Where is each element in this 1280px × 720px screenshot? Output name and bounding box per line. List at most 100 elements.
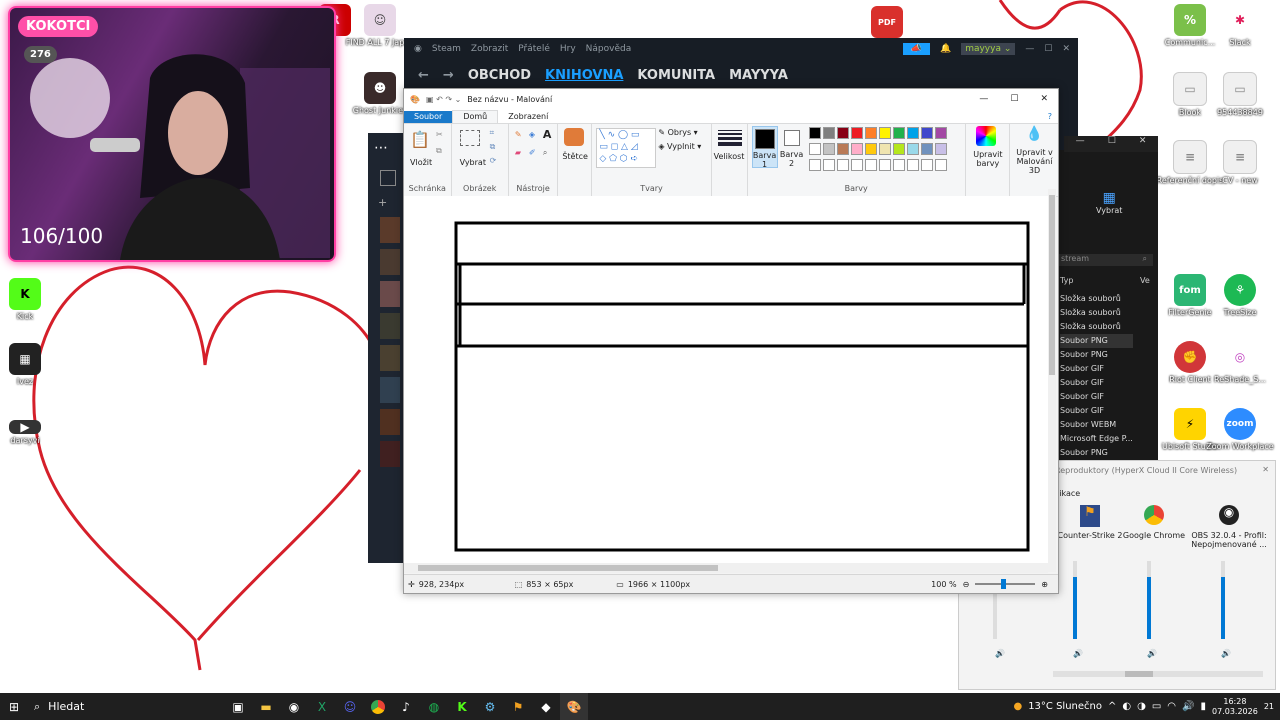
chrome-taskbar-icon[interactable]	[364, 693, 392, 720]
desktop-icon-cv-new[interactable]: ≡ CV - new	[1205, 140, 1275, 185]
list-item[interactable]: Soubor PNG	[1060, 348, 1133, 362]
game-thumbnail[interactable]	[380, 377, 400, 403]
palette-empty-swatch[interactable]	[822, 159, 835, 171]
tray-app-icon[interactable]: ◐	[1122, 701, 1131, 712]
palette-empty-swatch[interactable]	[836, 159, 849, 171]
palette-empty-swatch[interactable]	[808, 159, 821, 171]
back-arrow-icon[interactable]: ←	[418, 68, 429, 83]
palette-color-swatch[interactable]	[934, 143, 947, 155]
fill-button[interactable]: ◈ Vyplnit ▾	[658, 142, 701, 151]
palette-color-swatch[interactable]	[920, 143, 933, 155]
zoom-in-icon[interactable]: ⊕	[1041, 580, 1048, 589]
steam-menu-view[interactable]: Zobrazit	[471, 44, 508, 54]
quick-access-toolbar[interactable]: ▣ ↶ ↷ ⌄	[426, 95, 461, 104]
maximize-icon[interactable]: ☐	[1010, 94, 1018, 104]
drawing-canvas[interactable]	[404, 196, 1048, 572]
tab-view[interactable]: Zobrazení	[498, 111, 558, 123]
close-icon[interactable]: ✕	[1040, 94, 1048, 104]
column-header-ve[interactable]: Ve	[1140, 276, 1150, 285]
paint3d-icon[interactable]: 💧	[1026, 126, 1043, 142]
palette-color-swatch[interactable]	[878, 143, 891, 155]
palette-empty-swatch[interactable]	[906, 159, 919, 171]
zoom-slider[interactable]	[975, 579, 1036, 589]
maximize-icon[interactable]: ☐	[1044, 44, 1052, 54]
battery-icon[interactable]: ▮	[1200, 701, 1206, 712]
brushes-button[interactable]: Štětce	[562, 152, 588, 161]
color2-button[interactable]: Barva 2	[780, 126, 804, 168]
kick-taskbar-icon[interactable]: K	[448, 693, 476, 720]
nav-store[interactable]: OBCHOD	[468, 68, 531, 83]
palette-color-swatch[interactable]	[878, 127, 891, 139]
minimize-icon[interactable]: —	[1025, 44, 1034, 54]
task-view-icon[interactable]: ▣	[224, 693, 252, 720]
desktop-icon-reshade[interactable]: ◎ ReShade_S...	[1205, 341, 1275, 384]
notifications-badge[interactable]: 21	[1264, 702, 1280, 711]
size-button[interactable]: Velikost	[714, 152, 745, 161]
pencil-icon[interactable]: ✎	[515, 130, 522, 139]
list-item[interactable]: Složka souborů	[1060, 320, 1133, 334]
list-item[interactable]: Soubor GIF	[1060, 376, 1133, 390]
list-item[interactable]: Soubor GIF	[1060, 390, 1133, 404]
palette-color-swatch[interactable]	[864, 143, 877, 155]
zoom-out-icon[interactable]: ⊖	[963, 580, 970, 589]
speaker-icon[interactable]: 🔊	[995, 649, 1005, 658]
desktop-icon-slack[interactable]: ✱ Slack	[1205, 4, 1275, 47]
palette-color-swatch[interactable]	[920, 127, 933, 139]
desktop-icon-darsyvi[interactable]: ▶ darsyvi	[0, 420, 60, 445]
close-icon[interactable]: ✕	[1139, 136, 1147, 152]
magnifier-icon[interactable]: ⌕	[543, 148, 547, 158]
close-icon[interactable]: ✕	[1262, 465, 1269, 474]
edit-colors-icon[interactable]	[975, 126, 996, 146]
list-item[interactable]: Soubor PNG	[1060, 446, 1133, 460]
palette-color-swatch[interactable]	[850, 127, 863, 139]
close-icon[interactable]: ✕	[1062, 44, 1070, 54]
paint3d-button[interactable]: Upravit v Malování 3D	[1012, 148, 1058, 175]
wifi-icon[interactable]: ◠	[1167, 701, 1176, 712]
minimize-icon[interactable]: —	[979, 94, 988, 104]
palette-color-swatch[interactable]	[864, 127, 877, 139]
taskbar-search[interactable]: ⌕ Hledat	[28, 700, 224, 714]
crop-icon[interactable]: ⌗	[490, 128, 495, 138]
palette-color-swatch[interactable]	[892, 143, 905, 155]
game-thumbnail[interactable]	[380, 249, 400, 275]
tab-home[interactable]: Domů	[452, 110, 499, 123]
vertical-scrollbar[interactable]	[1048, 189, 1056, 572]
text-icon[interactable]: A	[543, 128, 552, 141]
list-item[interactable]: Soubor PNG	[1060, 334, 1133, 348]
discord-icon[interactable]: ☺	[336, 693, 364, 720]
resize-icon[interactable]: ⧉	[490, 142, 496, 152]
speaker-icon[interactable]: 🔊	[1073, 649, 1083, 658]
steam-menu-steam[interactable]: Steam	[432, 44, 461, 54]
color1-button[interactable]: Barva 1	[751, 126, 778, 169]
volume-slider-chrome[interactable]	[1147, 561, 1151, 639]
color-picker-icon[interactable]: ✐	[529, 148, 536, 157]
list-item[interactable]: Microsoft Edge P...	[1060, 432, 1133, 446]
select-icon[interactable]	[459, 130, 480, 146]
grid-icon[interactable]	[380, 170, 396, 186]
nav-profile[interactable]: MAYYYA	[729, 68, 788, 83]
speaker-icon[interactable]: 🔊	[1221, 649, 1231, 658]
line-size-icon[interactable]	[717, 128, 742, 148]
shapes-gallery[interactable]: ╲ ∿ ◯ ▭ ▭ ◻ △ ◿ ◇ ⬠ ⬡ ➪	[596, 128, 657, 168]
tray-app-icon[interactable]: ◑	[1137, 701, 1146, 712]
tab-file[interactable]: Soubor	[404, 111, 453, 123]
maximize-icon[interactable]: ☐	[1108, 136, 1116, 152]
search-input[interactable]: stream ⌕	[1058, 254, 1153, 266]
obs-taskbar-icon[interactable]: ◉	[280, 693, 308, 720]
palette-color-swatch[interactable]	[850, 143, 863, 155]
list-item[interactable]: Složka souborů	[1060, 306, 1133, 320]
palette-color-swatch[interactable]	[822, 127, 835, 139]
brush-icon[interactable]	[564, 128, 585, 146]
palette-color-swatch[interactable]	[892, 127, 905, 139]
column-header-type[interactable]: Typ	[1060, 276, 1073, 285]
volume-icon[interactable]: 🔊	[1182, 701, 1194, 712]
list-item[interactable]: Složka souborů	[1060, 292, 1133, 306]
volume-slider-cs2[interactable]	[1073, 561, 1077, 639]
fill-icon[interactable]: ◈	[529, 130, 535, 139]
select-button[interactable]: Vybrat	[460, 158, 486, 167]
volume-slider-obs[interactable]	[1221, 561, 1225, 639]
game-thumbnail[interactable]	[380, 217, 400, 243]
speaker-icon[interactable]: 🔊	[1147, 649, 1157, 658]
desktop-icon-pdf[interactable]: PDF	[852, 6, 922, 40]
paint-taskbar-icon[interactable]: 🎨	[560, 693, 588, 720]
